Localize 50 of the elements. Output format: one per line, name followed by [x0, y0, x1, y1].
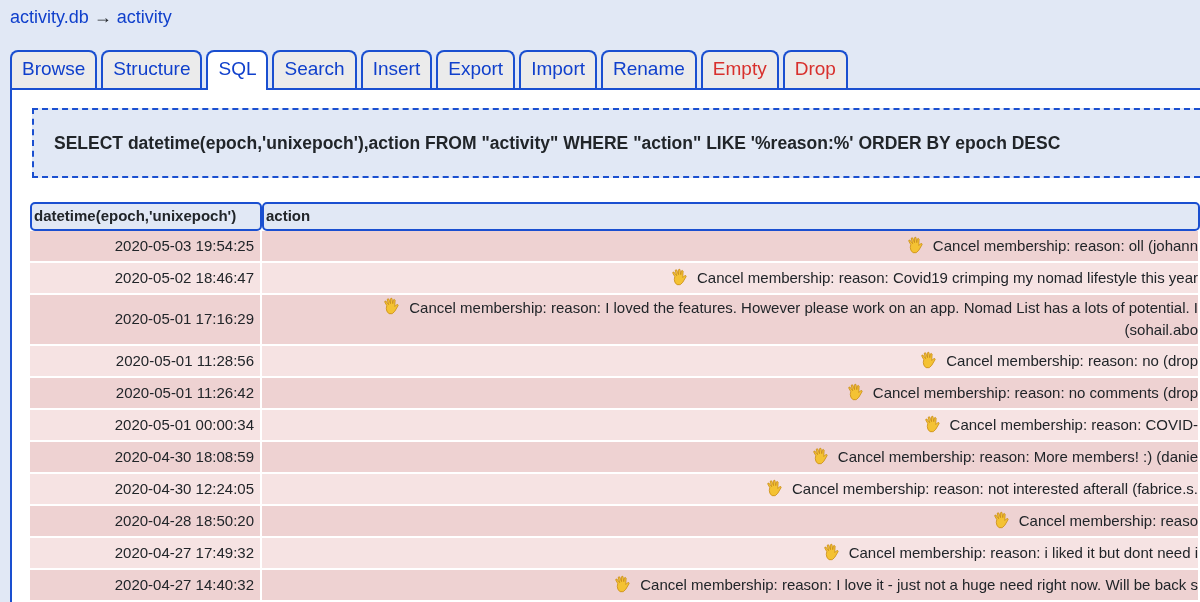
- tab[interactable]: Empty: [700, 50, 779, 88]
- waving-hand-icon: [810, 447, 830, 467]
- table-cell-text: Cancel membership: reason: oll (johann: [932, 235, 1198, 256]
- table-cell-text: 2020-05-01 00:00:34: [114, 414, 254, 435]
- table-cell-text: Cancel membership: reason: I loved the features. However please work on an app. Nomad List has a lots of potential. I: [409, 297, 1198, 318]
- column-header[interactable]: action: [262, 202, 1200, 231]
- sql-query: SELECT datetime(epoch,'unixepoch'),action FROM "activity" WHERE "action" LIKE '%reason:%' ORDER BY epoch DESC: [32, 108, 1200, 179]
- waving-hand-icon: [919, 351, 939, 371]
- arrow-separator: →: [93, 7, 112, 27]
- waving-hand-icon: [922, 415, 942, 435]
- table-cell-text: 2020-05-01 11:28:56: [115, 350, 254, 371]
- table-cell-text: 2020-05-01 17:16:29: [114, 309, 254, 329]
- table-cell-text: Cancel membership: reason: not interested afterall (fabrice.s.: [791, 478, 1198, 499]
- tab[interactable]: Import: [519, 50, 597, 88]
- table-cell-text: 2020-04-28 18:50:20: [114, 510, 254, 531]
- tab[interactable]: Browse: [10, 50, 98, 88]
- tab[interactable]: Drop: [782, 50, 848, 88]
- tab[interactable]: Insert: [360, 50, 433, 88]
- tab[interactable]: Structure: [101, 50, 203, 88]
- table-cell-text: Cancel membership: reason: no (drop: [946, 350, 1198, 371]
- table-cell-text: 2020-04-30 18:08:59: [114, 446, 254, 467]
- waving-hand-icon: [991, 511, 1011, 531]
- table-cell-text: Cancel membership: reason: COVID-: [949, 414, 1198, 435]
- waving-hand-icon: [382, 296, 402, 316]
- waving-hand-icon: [764, 479, 784, 499]
- table-cell-text: 2020-05-01 11:26:42: [115, 382, 254, 403]
- tab[interactable]: SQL: [206, 50, 269, 90]
- tab[interactable]: Rename: [601, 50, 697, 88]
- table-link[interactable]: activity: [116, 7, 172, 27]
- table-cell-text: 2020-04-27 17:49:32: [114, 542, 254, 563]
- waving-hand-icon: [905, 236, 925, 256]
- table-cell-text: (sohail.abo: [1123, 320, 1198, 341]
- table-cell-text: Cancel membership: reason: I love it - just not a huge need right now. Will be back s: [640, 574, 1198, 595]
- table-cell-text: 2020-05-02 18:46:47: [114, 267, 254, 288]
- table-cell-text: 2020-05-03 19:54:25: [114, 235, 254, 256]
- table-cell-text: Cancel membership: reason: Covid19 crimping my nomad lifestyle this year: [696, 267, 1198, 288]
- table-cell-text: 2020-04-27 14:40:32: [114, 574, 254, 595]
- tab[interactable]: Export: [436, 50, 516, 88]
- waving-hand-icon: [821, 543, 841, 563]
- database-link[interactable]: activity.db: [10, 7, 89, 27]
- table-cell-text: 2020-04-30 12:24:05: [114, 478, 254, 499]
- waving-hand-icon: [845, 383, 865, 403]
- table-cell-text: Cancel membership: reaso: [1018, 510, 1198, 531]
- waving-hand-icon: [669, 268, 689, 288]
- table-cell-text: Cancel membership: reason: i liked it but dont need i: [848, 542, 1198, 563]
- tab[interactable]: Search: [272, 50, 357, 88]
- waving-hand-icon: [613, 575, 633, 595]
- table-cell-text: Cancel membership: reason: More members! :) (danie: [837, 446, 1198, 467]
- table-cell-text: Cancel membership: reason: no comments (drop: [872, 382, 1198, 403]
- column-header[interactable]: datetime(epoch,'unixepoch'): [30, 202, 262, 231]
